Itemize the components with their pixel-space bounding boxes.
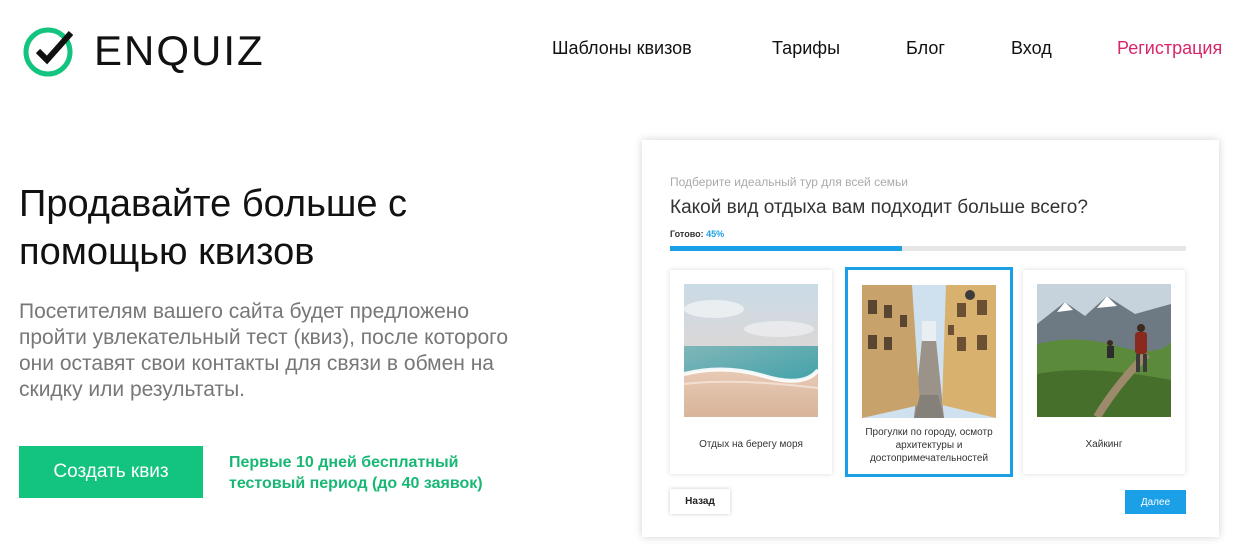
quiz-question: Какой вид отдыха вам подходит больше все… [670, 197, 1088, 218]
quiz-subtitle: Подберите идеальный тур для всей семьи [670, 175, 908, 189]
progress-percent: 45% [706, 229, 725, 239]
trial-note: Первые 10 дней бесплатный тестовый перио… [229, 454, 483, 492]
progress-bar-fill [670, 246, 903, 251]
quiz-option-label: Отдых на берегу моря [699, 438, 803, 450]
next-button[interactable]: Далее [1125, 490, 1186, 514]
progress-bar [670, 246, 1186, 251]
quiz-option-label: Прогулки по городу, осмотр архитектуры и… [865, 426, 993, 464]
quiz-option-beach[interactable]: Отдых на берегу моря [670, 270, 832, 474]
quiz-option-label: Хайкинг [1085, 438, 1123, 450]
create-quiz-button[interactable]: Создать квиз [19, 446, 203, 498]
quiz-option-city-walks[interactable]: Прогулки по городу, осмотр архитектуры и… [845, 267, 1013, 477]
quiz-option-hiking[interactable]: Хайкинг [1023, 270, 1185, 474]
hero-title: Продавайте больше с помощью квизов [19, 183, 408, 273]
main-nav: Шаблоны квизов Тарифы Блог Вход Регистра… [0, 38, 1250, 62]
nav-link-blog[interactable]: Блог [906, 38, 945, 59]
hiking-image [1037, 284, 1171, 417]
progress-label: Готово: 45% [670, 229, 724, 239]
nav-link-quiz-templates[interactable]: Шаблоны квизов [552, 38, 692, 59]
nav-link-login[interactable]: Вход [1011, 38, 1052, 59]
nav-link-pricing[interactable]: Тарифы [772, 38, 840, 59]
progress-label-text: Готово: [670, 229, 704, 239]
nav-link-register[interactable]: Регистрация [1117, 38, 1222, 59]
back-button[interactable]: Назад [670, 489, 730, 514]
quiz-preview: Подберите идеальный тур для всей семьи К… [642, 140, 1219, 537]
old-town-street-image [862, 285, 996, 418]
beach-image [684, 284, 818, 417]
hero-description: Посетителям вашего сайта будет предложен… [19, 300, 509, 401]
